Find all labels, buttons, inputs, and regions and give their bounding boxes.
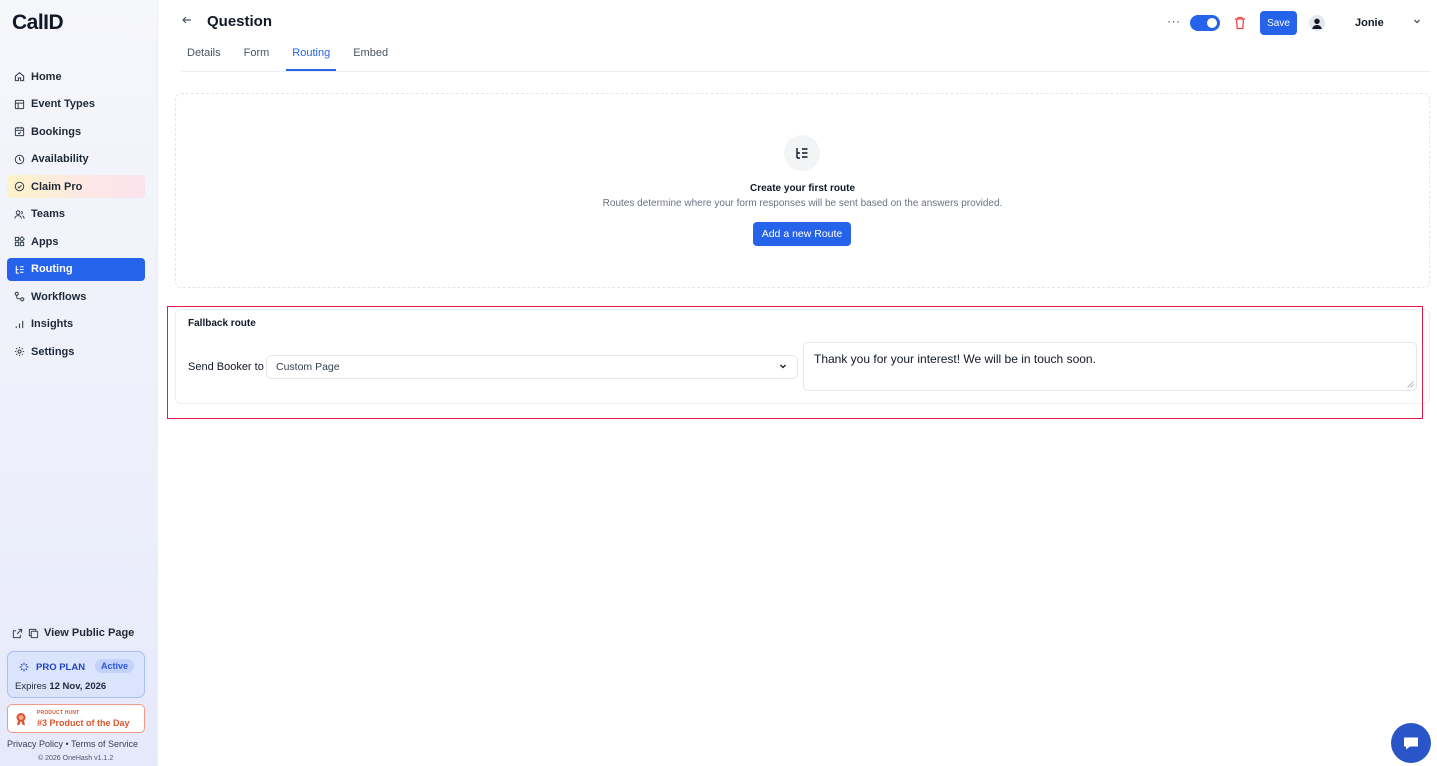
user-name[interactable]: Jonie	[1355, 17, 1384, 29]
send-booker-label: Send Booker to	[188, 361, 264, 373]
back-button[interactable]	[181, 14, 193, 29]
sidebar-item-label: Availability	[31, 153, 89, 165]
tab-details[interactable]: Details	[181, 47, 227, 71]
chevron-down-icon[interactable]	[1412, 16, 1422, 29]
save-button[interactable]: Save	[1260, 11, 1297, 35]
view-public-page-label: View Public Page	[44, 627, 135, 639]
plan-card[interactable]: PRO PLAN Active Expires 12 Nov, 2026	[7, 651, 145, 698]
external-link-icon	[12, 628, 23, 638]
calendar-icon	[13, 126, 25, 138]
tab-embed[interactable]: Embed	[347, 47, 394, 71]
sidebar-item-event-types[interactable]: Event Types	[7, 93, 145, 116]
trash-icon[interactable]	[1233, 15, 1247, 31]
medal-icon	[16, 713, 26, 726]
custom-page-message-textarea[interactable]: Thank you for your interest! We will be …	[803, 342, 1417, 391]
page-title: Question	[207, 13, 273, 30]
legal-separator: •	[65, 739, 69, 749]
sidebar-item-insights[interactable]: Insights	[7, 313, 145, 336]
tab-bar: Details Form Routing Embed	[181, 47, 405, 72]
avatar[interactable]	[1309, 15, 1325, 31]
add-route-button[interactable]: Add a new Route	[753, 222, 851, 246]
logo: CalID	[12, 11, 64, 34]
sidebar-item-label: Routing	[31, 263, 73, 275]
plan-name-label: PRO PLAN	[36, 661, 86, 673]
arrow-left-icon	[182, 16, 191, 24]
user-avatar-icon	[1312, 18, 1322, 29]
sidebar-item-label: Bookings	[31, 125, 82, 138]
send-booker-select-value: Custom Page	[276, 361, 340, 373]
chat-icon	[1404, 737, 1418, 750]
sidebar-item-routing[interactable]: Routing	[7, 257, 145, 281]
product-hunt-rank: #3 Product of the Day	[37, 718, 130, 728]
clock-icon	[13, 153, 25, 165]
empty-state-title: Create your first route	[749, 183, 856, 194]
tab-divider	[181, 71, 1430, 72]
users-icon	[13, 208, 25, 220]
home-icon	[13, 71, 25, 83]
sidebar-item-label: Settings	[31, 345, 75, 358]
fallback-route-title: Fallback route	[188, 318, 256, 329]
sidebar-item-label: Workflows	[31, 290, 87, 303]
copy-icon	[28, 628, 39, 638]
empty-state-subtitle: Routes determine where your form respons…	[602, 198, 1003, 209]
routing-icon	[784, 135, 820, 171]
chat-support-button[interactable]	[1391, 723, 1431, 763]
resize-handle-icon[interactable]	[1407, 381, 1414, 388]
sidebar-item-apps[interactable]: Apps	[7, 230, 145, 253]
form-enabled-toggle[interactable]	[1190, 15, 1220, 31]
tab-routing[interactable]: Routing	[286, 47, 337, 71]
sidebar-item-label: Apps	[31, 235, 59, 248]
copyright: © 2026 OneHash v1.1.2	[38, 755, 114, 762]
sidebar: CalID Home Event Types Bookings Availabi…	[0, 0, 158, 766]
send-booker-select[interactable]: Custom Page	[266, 355, 798, 379]
plan-expiry-date: 12 Nov, 2026	[49, 681, 107, 692]
product-hunt-badge[interactable]: PRODUCT HUNT #3 Product of the Day	[7, 704, 145, 733]
sidebar-item-label: Teams	[31, 208, 66, 220]
gear-icon	[13, 346, 25, 358]
sidebar-item-home[interactable]: Home	[7, 65, 145, 88]
sidebar-item-workflows[interactable]: Workflows	[7, 285, 145, 308]
chevron-down-icon	[778, 361, 788, 374]
routing-icon	[13, 263, 25, 275]
sidebar-nav: Home Event Types Bookings Availability C…	[7, 65, 145, 368]
view-public-page-link[interactable]: View Public Page	[12, 627, 134, 639]
sidebar-item-label: Insights	[31, 318, 74, 330]
bar-chart-icon	[13, 318, 25, 330]
grid-icon	[13, 236, 25, 248]
legal-links: Privacy Policy • Terms of Service	[7, 739, 138, 749]
sidebar-item-settings[interactable]: Settings	[7, 340, 145, 363]
plan-expiry-prefix: Expires	[15, 681, 47, 692]
tab-form[interactable]: Form	[238, 47, 276, 71]
more-options-button[interactable]: ···	[1167, 14, 1181, 28]
sidebar-item-bookings[interactable]: Bookings	[7, 120, 145, 143]
sidebar-item-label: Event Types	[31, 98, 95, 110]
privacy-policy-link[interactable]: Privacy Policy	[7, 739, 63, 749]
plan-status-badge: Active	[94, 659, 134, 673]
product-hunt-label: PRODUCT HUNT	[37, 710, 80, 716]
sidebar-item-label: Home	[31, 70, 62, 83]
sparkle-icon	[19, 662, 29, 672]
terms-of-service-link[interactable]: Terms of Service	[71, 739, 138, 749]
plan-expiry: Expires 12 Nov, 2026	[15, 681, 106, 692]
event-types-icon	[13, 98, 25, 110]
plan-name: PRO PLAN	[18, 661, 85, 673]
custom-page-message: Thank you for your interest! We will be …	[814, 352, 1096, 366]
app-root: CalID Home Event Types Bookings Availabi…	[0, 0, 1437, 766]
workflow-icon	[13, 291, 25, 303]
sidebar-item-availability[interactable]: Availability	[7, 148, 145, 171]
